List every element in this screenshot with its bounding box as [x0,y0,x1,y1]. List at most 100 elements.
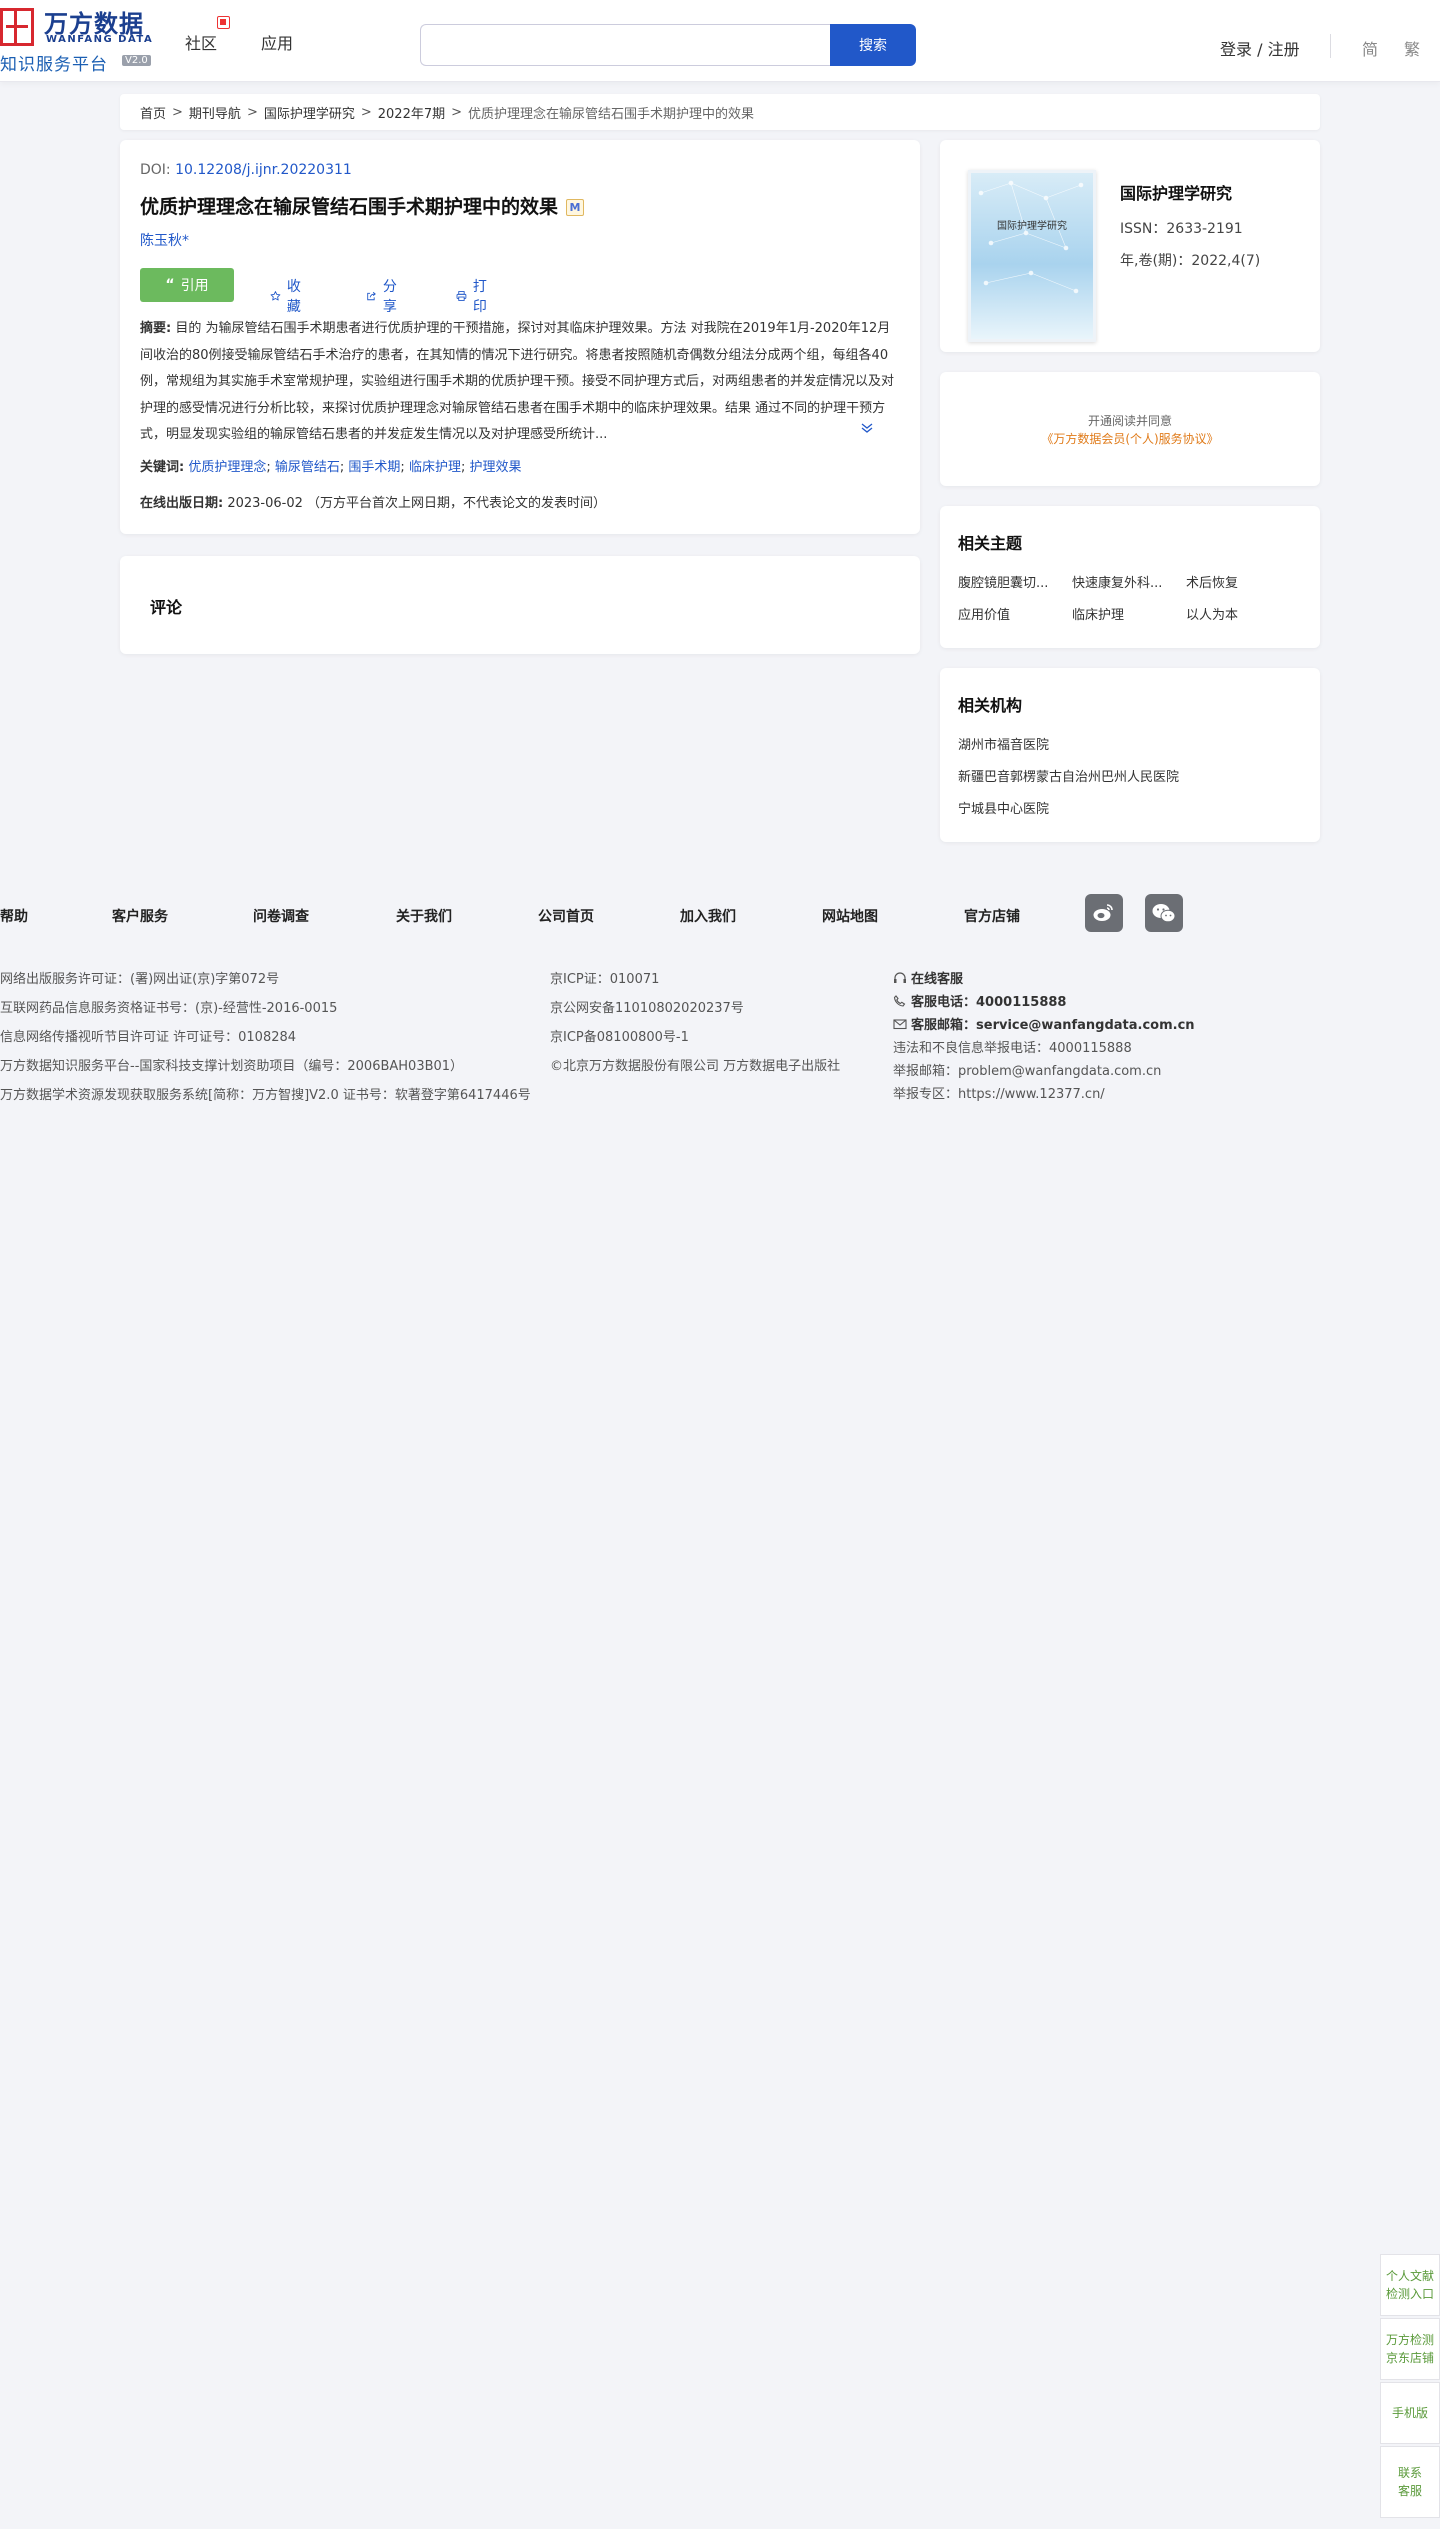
footer-license-line: 互联网药品信息服务资格证书号：(京)-经营性-2016-0015 [0,1001,338,1016]
breadcrumb-separator: > [451,104,463,120]
abstract-label: 摘要: [140,321,172,336]
footer-icp-line[interactable]: 京公网安备11010802020237号 [550,997,744,1016]
float-jd-store[interactable]: 万方检测京东店铺 [1380,2318,1440,2380]
footer-link-help[interactable]: 帮助 [0,906,28,926]
keyword-link[interactable]: 输尿管结石 [275,460,340,475]
mobile-badge-icon[interactable]: M [566,199,585,216]
star-icon [270,291,281,301]
keyword-link[interactable]: 临床护理 [409,460,461,475]
mail-icon [893,1019,907,1030]
doi-line: DOI: 10.12208/j.ijnr.20220311 [140,162,352,178]
org-link[interactable]: 新疆巴音郭楞蒙古自治州巴州人民医院 [958,766,1179,785]
footer-license-line: 网络出版服务许可证：(署)网出证(京)字第072号 [0,972,280,987]
footer-license-line: 万方数据知识服务平台--国家科技支撑计划资助项目（编号：2006BAH03B01… [0,1059,464,1074]
online-service-label: 在线客服 [911,972,964,987]
header-divider [1330,34,1331,58]
pubdate-label: 在线出版日期: [140,496,224,511]
float-mobile[interactable]: 手机版 [1380,2382,1440,2444]
breadcrumb-current: 优质护理理念在输尿管结石围手术期护理中的效果 [468,106,755,122]
float-plagiarism-check-entry[interactable]: 个人文献检测入口 [1380,2254,1440,2316]
float-contact-service[interactable]: 联系客服 [1380,2446,1440,2518]
footer-link-company-home[interactable]: 公司首页 [538,906,594,926]
pubdate-value: 2023-06-02 [227,496,303,511]
print-button[interactable]: 打印 [456,276,492,316]
phone-icon [893,995,906,1007]
doi-link[interactable]: 10.12208/j.ijnr.20220311 [175,162,352,178]
related-topics-title: 相关主题 [958,534,1023,553]
footer-icp-line[interactable]: 京ICP证：010071 [550,968,659,987]
headset-icon [894,972,906,983]
footer-report-email: 举报邮箱：problem@wanfangdata.com.cn [893,1064,1162,1079]
footer-online-service[interactable]: 在线客服 [893,968,963,987]
footer-email[interactable]: 客服邮箱：service@wanfangdata.com.cn [893,1014,1195,1033]
keywords-label: 关键词: [140,460,185,475]
footer-link-survey[interactable]: 问卷调查 [253,906,309,926]
weibo-icon[interactable] [1085,894,1123,932]
footer-link-join[interactable]: 加入我们 [680,906,736,926]
author-link[interactable]: 陈玉秋* [140,230,189,250]
breadcrumb-journal[interactable]: 国际护理学研究 [264,103,355,122]
email-value: service@wanfangdata.com.cn [976,1018,1195,1033]
quote-icon: “ [165,277,175,293]
nav-apps[interactable]: 应用 [261,30,293,54]
related-topics-card: 相关主题 腹腔镜胆囊切... 快速康复外科... 术后恢复 应用价值 临床护理 … [940,506,1320,648]
community-new-badge-icon [217,16,230,29]
logo-mark-icon [0,8,34,46]
related-orgs-card: 相关机构 湖州市福音医院 新疆巴音郭楞蒙古自治州巴州人民医院 宁城县中心医院 [940,668,1320,842]
topic-link[interactable]: 术后恢复 [1186,572,1238,591]
nav-community[interactable]: 社区 [185,30,217,54]
share-button[interactable]: 分享 [366,276,402,316]
site-footer: 帮助 客户服务 问卷调查 关于我们 公司首页 加入我们 网站地图 官方店铺 网络… [0,870,1440,1120]
breadcrumb: 首页 > 期刊导航 > 国际护理学研究 > 2022年7期 > 优质护理理念在输… [120,94,1320,130]
footer-icp-line[interactable]: 京ICP备08100800号-1 [550,1026,689,1045]
open-access-card: 开通阅读并同意 《万方数据会员(个人)服务协议》 [940,372,1320,486]
doi-label: DOI: [140,162,171,178]
topic-link[interactable]: 快速康复外科... [1072,572,1162,591]
cite-button[interactable]: “ 引用 [140,268,234,302]
breadcrumb-journal-nav[interactable]: 期刊导航 [189,103,241,122]
topic-link[interactable]: 以人为本 [1186,604,1238,623]
wechat-icon[interactable] [1145,894,1183,932]
breadcrumb-separator: > [246,104,258,120]
keyword-link[interactable]: 护理效果 [469,460,521,475]
footer-link-customer-service[interactable]: 客户服务 [112,906,168,926]
org-link[interactable]: 湖州市福音医院 [958,734,1049,753]
breadcrumb-home[interactable]: 首页 [140,103,166,122]
logo-version-badge: V2.0 [122,55,151,66]
keyword-link[interactable]: 优质护理理念 [188,460,266,475]
logo-en-text: WANFANG DATA [46,34,154,45]
footer-link-store[interactable]: 官方店铺 [964,906,1020,926]
cover-network-graphic [978,180,1084,294]
topic-link[interactable]: 应用价值 [958,604,1010,623]
abstract-text: 目的 为输尿管结石围手术期患者进行优质护理的干预措施，探讨对其临床护理效果。方法… [140,321,895,442]
journal-year-issue[interactable]: 年,卷(期)：2022,4(7) [1120,250,1260,270]
org-link[interactable]: 宁城县中心医院 [958,798,1049,817]
keyword-link[interactable]: 围手术期 [348,460,400,475]
topic-link[interactable]: 临床护理 [1072,604,1124,623]
favorite-label: 收藏 [286,279,301,315]
service-agreement-link[interactable]: 《万方数据会员(个人)服务协议》 [940,430,1320,447]
lang-simplified[interactable]: 简 [1362,36,1378,60]
email-label: 客服邮箱： [911,1018,977,1033]
article-card: DOI: 10.12208/j.ijnr.20220311 优质护理理念在输尿管… [120,140,920,534]
related-orgs-title: 相关机构 [958,696,1023,715]
search-button[interactable]: 搜索 [830,24,916,66]
footer-report-zone[interactable]: 举报专区：https://www.12377.cn/ [893,1083,1105,1102]
journal-cover[interactable]: 国际护理学研究 [968,170,1096,342]
expand-abstract-chevron-icon[interactable] [860,422,874,438]
wanfang-logo[interactable]: 万方数据 WANFANG DATA 知识服务平台 V2.0 [0,6,160,75]
lang-traditional[interactable]: 繁 [1404,36,1420,60]
favorite-button[interactable]: 收藏 [270,276,306,316]
pubdate-row: 在线出版日期: 2023-06-02 （万方平台首次上网日期，不代表论文的发表时… [140,492,606,511]
footer-license-line: 信息网络传播视听节目许可证 许可证号：0108284 [0,1030,297,1045]
share-label: 分享 [382,279,397,315]
topic-link[interactable]: 腹腔镜胆囊切... [958,572,1048,591]
breadcrumb-issue[interactable]: 2022年7期 [378,103,445,122]
footer-copyright: ©北京万方数据股份有限公司 万方数据电子出版社 [550,1059,841,1074]
footer-link-about[interactable]: 关于我们 [396,906,452,926]
search-input[interactable] [420,24,830,66]
abstract: 摘要: 目的 为输尿管结石围手术期患者进行优质护理的干预措施，探讨对其临床护理效… [140,316,896,444]
login-register-link[interactable]: 登录 / 注册 [1220,36,1300,60]
journal-name[interactable]: 国际护理学研究 [1120,180,1232,204]
footer-link-sitemap[interactable]: 网站地图 [822,906,878,926]
